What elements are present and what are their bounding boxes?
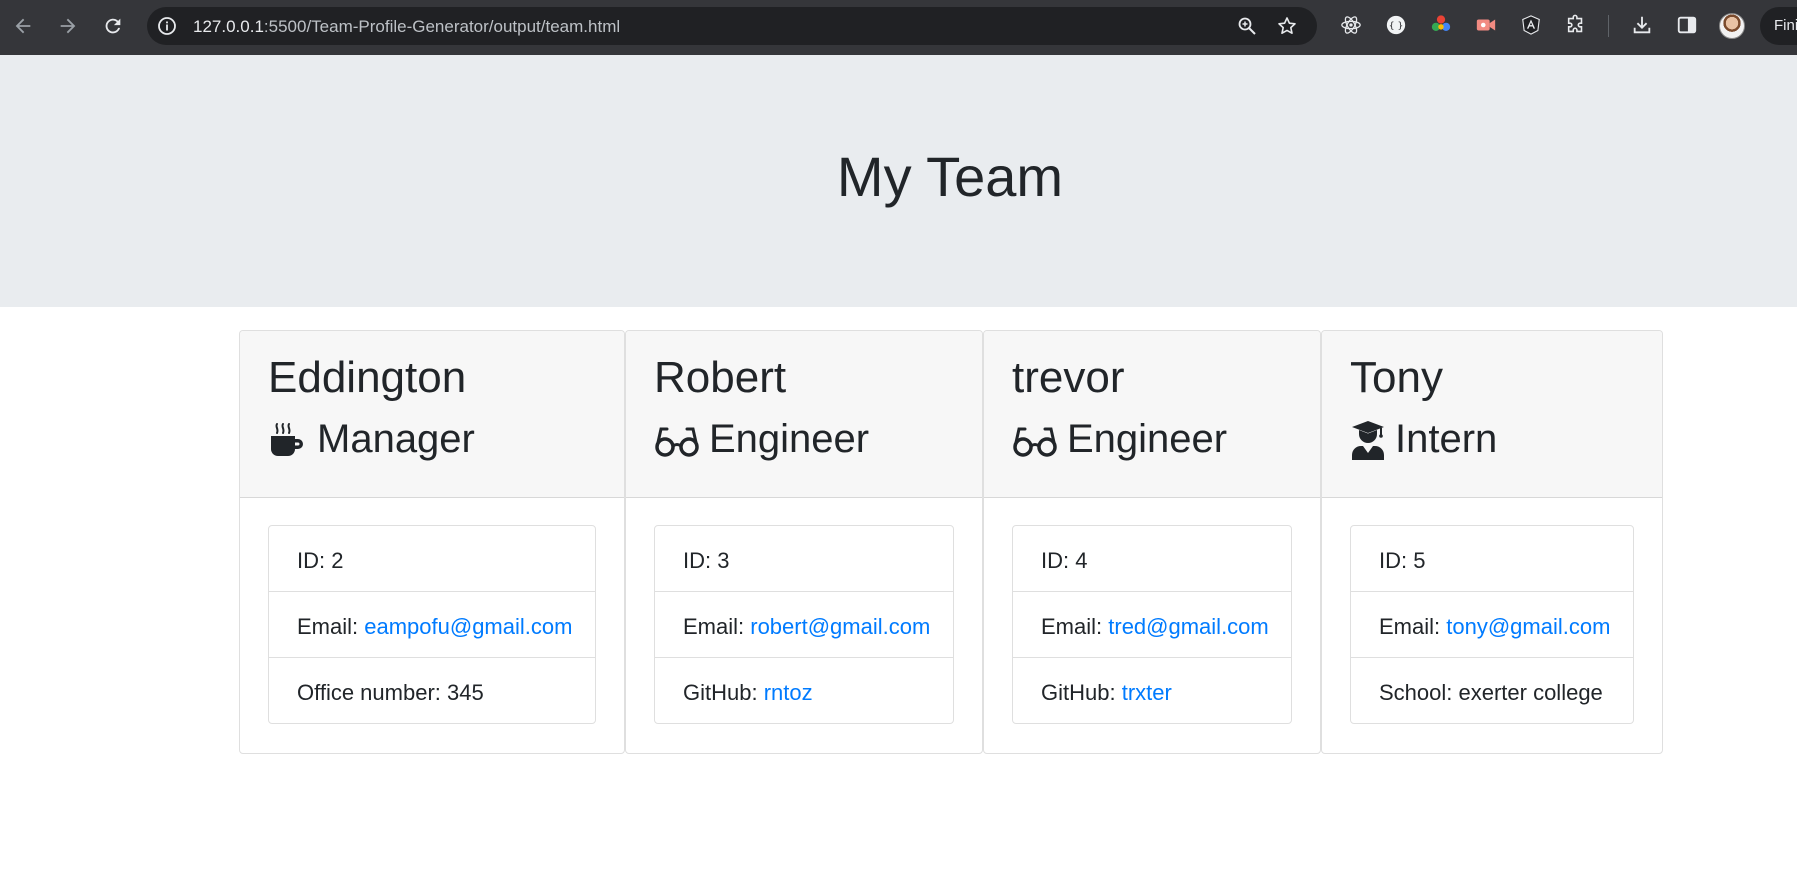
role-label: Engineer: [1067, 417, 1228, 461]
employee-id: ID: 2: [269, 526, 595, 592]
bookmark-star-icon[interactable]: [1277, 16, 1297, 36]
email-prefix: Email:: [683, 614, 751, 639]
screen-recorder-icon[interactable]: [1474, 13, 1498, 37]
employee-role: Engineer: [1012, 417, 1227, 462]
employee-card: Robert Engineer ID: 3 Email: robert@gmai…: [625, 330, 983, 754]
email-link[interactable]: robert@gmail.com: [750, 614, 930, 639]
email-link[interactable]: eampofu@gmail.com: [364, 614, 572, 639]
download-icon[interactable]: [1630, 13, 1654, 37]
arrow-right-icon: [60, 18, 76, 34]
site-info-icon[interactable]: [157, 16, 177, 36]
role-label: Manager: [317, 417, 475, 461]
reload-button[interactable]: [98, 11, 128, 41]
profile-button[interactable]: Fini: [1760, 7, 1797, 45]
zoom-icon[interactable]: [1237, 16, 1257, 36]
employee-name: Robert: [654, 353, 787, 402]
employee-details-list: ID: 3 Email: robert@gmail.com GitHub: rn…: [654, 525, 954, 724]
github-prefix: GitHub:: [683, 680, 764, 705]
employee-email: Email: eampofu@gmail.com: [269, 592, 595, 658]
employee-card: trevor Engineer ID: 4 Email: tred@gmail.…: [983, 330, 1321, 754]
employee-role: Intern: [1350, 417, 1497, 462]
glasses-icon: [655, 427, 699, 457]
email-prefix: Email:: [1041, 614, 1109, 639]
profile-avatar[interactable]: [1719, 13, 1745, 39]
mug-icon: [271, 422, 303, 456]
page-title: My Team: [836, 145, 1064, 208]
card-header: Robert Engineer: [626, 331, 982, 498]
react-devtools-icon[interactable]: [1339, 13, 1363, 37]
employee-school: School: exerter college: [1379, 680, 1603, 705]
back-button[interactable]: [8, 11, 38, 41]
employee-id: ID: 5: [1351, 526, 1633, 592]
employee-role: Manager: [268, 417, 475, 462]
url-text[interactable]: 127.0.0.1:5500/Team-Profile-Generator/ou…: [193, 17, 620, 37]
employee-name: trevor: [1012, 353, 1125, 402]
url-path: :5500/Team-Profile-Generator/output/team…: [263, 17, 621, 36]
reload-icon: [105, 18, 121, 34]
email-link[interactable]: tred@gmail.com: [1108, 614, 1269, 639]
github-link[interactable]: rntoz: [764, 680, 813, 705]
url-host: 127.0.0.1: [193, 17, 264, 36]
toolbar-separator: [1608, 15, 1609, 37]
employee-card: Eddington Manager ID: 2 Email: eampofu@g…: [239, 330, 625, 754]
github-prefix: GitHub:: [1041, 680, 1122, 705]
card-header: Eddington Manager: [240, 331, 624, 498]
employee-github: GitHub: trxter: [1013, 658, 1291, 723]
jumbotron-header: My Team: [0, 55, 1797, 307]
role-label: Engineer: [709, 417, 870, 461]
email-prefix: Email:: [297, 614, 365, 639]
arrow-left-icon: [15, 18, 31, 34]
card-header: Tony Intern: [1322, 331, 1662, 498]
employee-role: Engineer: [654, 417, 869, 462]
color-picker-icon[interactable]: [1429, 13, 1453, 37]
employee-email: Email: tony@gmail.com: [1351, 592, 1633, 658]
email-link[interactable]: tony@gmail.com: [1446, 614, 1610, 639]
employee-name: Eddington: [268, 353, 467, 402]
employee-details-list: ID: 2 Email: eampofu@gmail.com Office nu…: [268, 525, 596, 724]
employee-email: Email: tred@gmail.com: [1013, 592, 1291, 658]
employee-id: ID: 4: [1013, 526, 1291, 592]
github-link[interactable]: trxter: [1122, 680, 1172, 705]
employee-github: GitHub: rntoz: [655, 658, 953, 723]
glasses-icon: [1013, 427, 1057, 457]
graduate-icon: [1352, 420, 1384, 460]
forward-button[interactable]: [53, 11, 83, 41]
employee-office-number: Office number: 345: [297, 680, 484, 705]
employee-id: ID: 3: [655, 526, 953, 592]
card-header: trevor Engineer: [984, 331, 1320, 498]
employee-name: Tony: [1350, 353, 1443, 402]
address-bar[interactable]: 127.0.0.1:5500/Team-Profile-Generator/ou…: [147, 7, 1317, 45]
email-prefix: Email:: [1379, 614, 1447, 639]
svg-text:{ }: { }: [1389, 21, 1404, 32]
employee-details-list: ID: 4 Email: tred@gmail.com GitHub: trxt…: [1012, 525, 1292, 724]
extensions-puzzle-icon[interactable]: [1564, 13, 1588, 37]
extension-circle-icon[interactable]: { }: [1384, 13, 1408, 37]
employee-details-list: ID: 5 Email: tony@gmail.com School: exer…: [1350, 525, 1634, 724]
side-panel-icon[interactable]: [1675, 13, 1699, 37]
role-label: Intern: [1395, 417, 1498, 461]
employee-card: Tony Intern ID: 5 Email: tony@gmail.com …: [1321, 330, 1663, 754]
angular-devtools-icon[interactable]: [1519, 13, 1543, 37]
browser-toolbar: 127.0.0.1:5500/Team-Profile-Generator/ou…: [0, 0, 1797, 55]
employee-email: Email: robert@gmail.com: [655, 592, 953, 658]
